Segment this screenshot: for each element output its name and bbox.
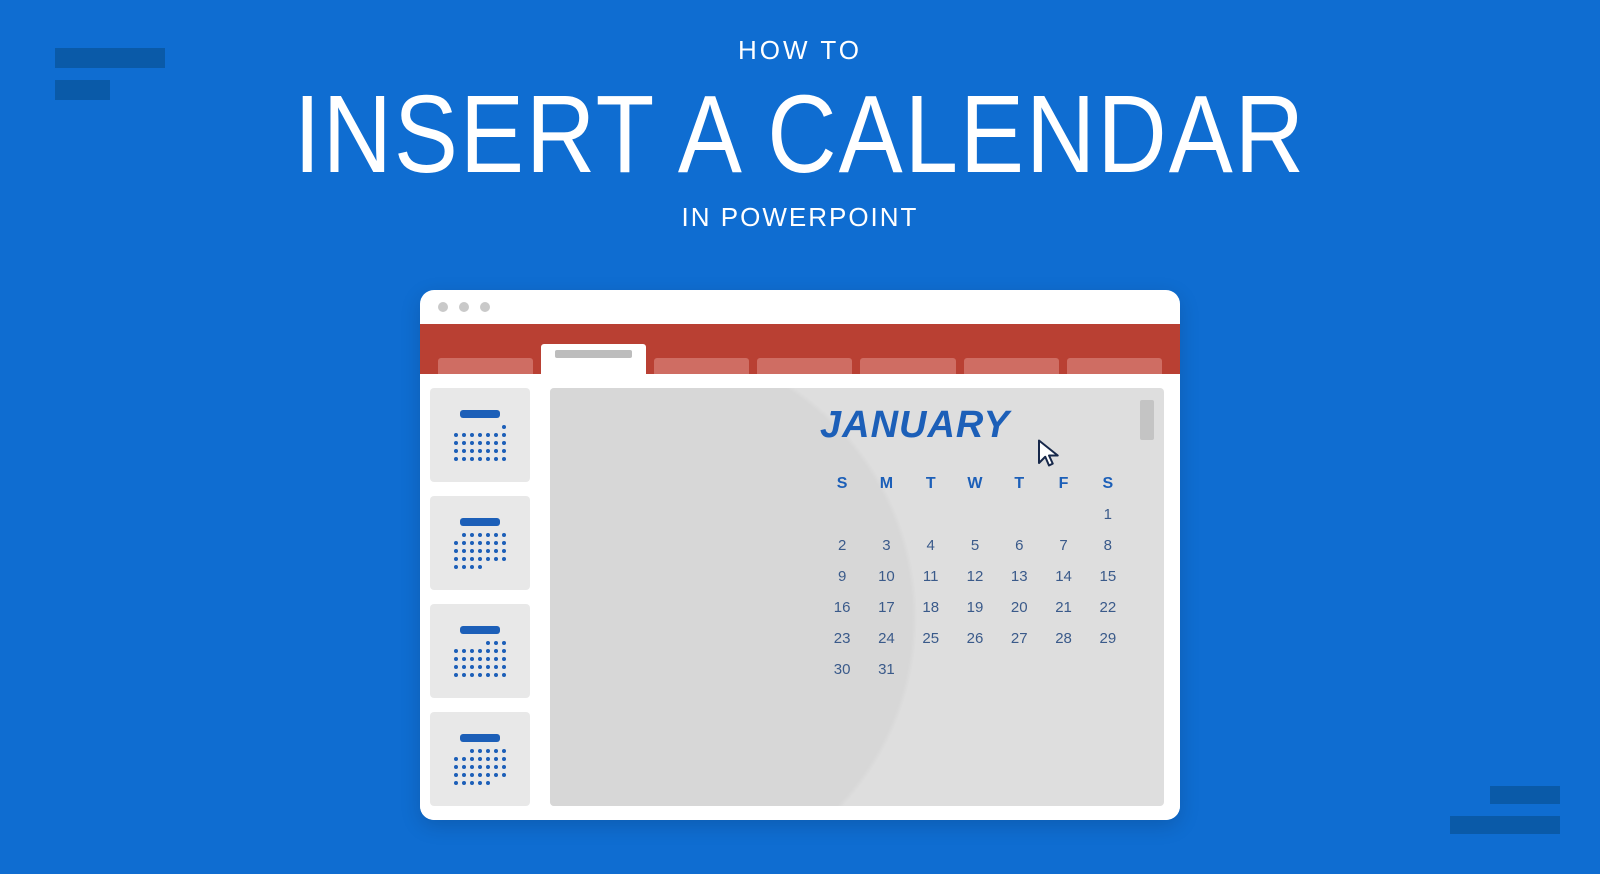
slide-stage: JANUARY SMTWTFS 123456789101112131415161… [540,374,1180,820]
calendar-day-header: M [864,469,908,499]
window-button-icon [459,302,469,312]
calendar-day-cell [953,654,997,685]
calendar-day-cell: 4 [909,530,953,561]
calendar-day-header: T [909,469,953,499]
title-eyebrow: HOW TO [0,35,1600,66]
calendar-day-cell: 6 [997,530,1041,561]
title-sub: IN POWERPOINT [0,202,1600,233]
scrollbar-hint [1140,400,1154,440]
ribbon-tab[interactable] [964,358,1059,374]
calendar-day-cell [820,499,864,530]
window-button-icon [438,302,448,312]
calendar-day-header: F [1041,469,1085,499]
calendar-day-cell: 30 [820,654,864,685]
calendar-day-cell: 8 [1086,530,1130,561]
calendar-day-cell: 31 [864,654,908,685]
slide-thumbnail[interactable] [430,496,530,590]
calendar-month-label: JANUARY [820,404,1010,447]
calendar-day-cell [1086,654,1130,685]
calendar-day-cell: 5 [953,530,997,561]
calendar-day-cell: 1 [1086,499,1130,530]
calendar-day-cell [1041,654,1085,685]
calendar-day-cell: 26 [953,623,997,654]
calendar-day-header: T [997,469,1041,499]
window-button-icon [480,302,490,312]
ribbon-bar [420,324,1180,374]
calendar-day-cell: 14 [1041,561,1085,592]
ribbon-tab[interactable] [541,344,646,374]
calendar-day-cell: 20 [997,592,1041,623]
slide-thumbnail[interactable] [430,604,530,698]
calendar-day-cell: 17 [864,592,908,623]
calendar-day-cell: 13 [997,561,1041,592]
calendar-day-cell [953,499,997,530]
calendar-day-cell [909,499,953,530]
calendar-day-cell: 9 [820,561,864,592]
calendar-day-cell: 19 [953,592,997,623]
calendar-day-header: S [820,469,864,499]
calendar-day-cell: 11 [909,561,953,592]
calendar-widget: JANUARY SMTWTFS 123456789101112131415161… [820,404,1130,685]
slide-thumbnail[interactable] [430,388,530,482]
calendar-day-header: W [953,469,997,499]
ribbon-tab[interactable] [757,358,852,374]
calendar-day-cell: 16 [820,592,864,623]
calendar-day-cell: 22 [1086,592,1130,623]
calendar-day-cell: 21 [1041,592,1085,623]
calendar-day-cell: 27 [997,623,1041,654]
calendar-day-cell: 28 [1041,623,1085,654]
powerpoint-window: JANUARY SMTWTFS 123456789101112131415161… [420,290,1180,820]
cursor-icon [1034,438,1064,473]
calendar-grid: SMTWTFS 12345678910111213141516171819202… [820,469,1130,685]
calendar-day-cell [1041,499,1085,530]
calendar-day-cell: 10 [864,561,908,592]
page-title: HOW TO INSERT A CALENDAR IN POWERPOINT [0,35,1600,233]
calendar-day-cell: 25 [909,623,953,654]
calendar-day-cell: 29 [1086,623,1130,654]
calendar-day-cell [997,654,1041,685]
ribbon-tab[interactable] [1067,358,1162,374]
calendar-day-cell: 24 [864,623,908,654]
ribbon-tab[interactable] [860,358,955,374]
slide-thumbnail-panel [420,374,540,820]
slide-thumbnail[interactable] [430,712,530,806]
calendar-day-cell: 15 [1086,561,1130,592]
calendar-day-cell [909,654,953,685]
title-main: INSERT A CALENDAR [0,72,1600,199]
calendar-day-cell: 18 [909,592,953,623]
current-slide: JANUARY SMTWTFS 123456789101112131415161… [550,388,1164,806]
calendar-day-cell: 12 [953,561,997,592]
calendar-day-cell: 7 [1041,530,1085,561]
calendar-day-header: S [1086,469,1130,499]
window-titlebar [420,290,1180,324]
decoration-bottom-right [1450,786,1560,834]
calendar-day-cell [997,499,1041,530]
ribbon-tab[interactable] [438,358,533,374]
work-area: JANUARY SMTWTFS 123456789101112131415161… [420,374,1180,820]
calendar-day-cell: 3 [864,530,908,561]
ribbon-tab[interactable] [654,358,749,374]
calendar-day-cell [864,499,908,530]
calendar-day-cell: 23 [820,623,864,654]
calendar-day-cell: 2 [820,530,864,561]
